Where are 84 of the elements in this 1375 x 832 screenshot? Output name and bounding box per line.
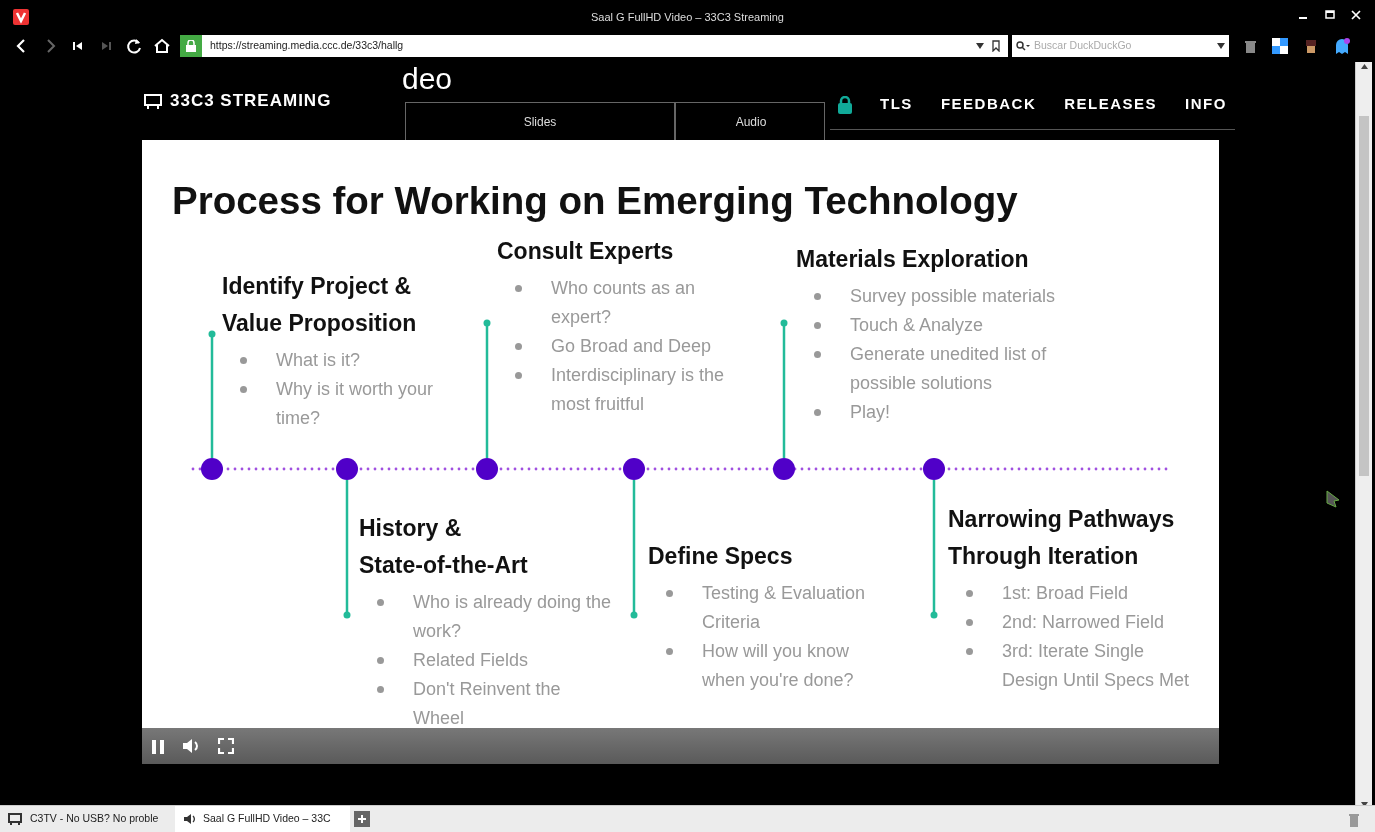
bullet-icon [814, 351, 821, 358]
mouse-cursor-icon [1326, 489, 1340, 508]
scrollbar-thumb[interactable] [1359, 116, 1369, 476]
browser-tab[interactable]: Saal G FullHD Video – 33C [175, 806, 350, 832]
bullet-icon [966, 648, 973, 655]
screen-icon [8, 813, 22, 825]
notification-ghost-icon[interactable] [1334, 38, 1350, 54]
dropdown-caret-icon[interactable] [1217, 43, 1225, 49]
milestone-heading: Materials Exploration [796, 245, 1030, 274]
bullet-text: Generate unedited list of possible solutions [850, 343, 1048, 395]
home-icon [153, 37, 171, 55]
nav-link[interactable]: TLS [880, 93, 913, 116]
bullet-icon [377, 599, 384, 606]
bullet-text: 3rd: Iterate Single Design Until Specs Met [1002, 640, 1191, 692]
vivaldi-logo-icon [13, 9, 29, 26]
extension-character-icon[interactable] [1304, 38, 1318, 54]
timeline-node [201, 458, 223, 480]
bullet-text: Play! [850, 401, 891, 424]
bullet-icon [240, 386, 247, 393]
milestone-heading: Identify Project & Value Proposition [222, 272, 418, 338]
bullet-text: Related Fields [413, 649, 529, 672]
new-tab-button[interactable] [354, 811, 370, 827]
address-bar[interactable]: https://streaming.media.ccc.de/33c3/hallg [180, 35, 1008, 57]
nav-link[interactable]: INFO [1185, 93, 1227, 116]
nav-link[interactable]: FEEDBACK [940, 93, 1037, 116]
bullet-icon [515, 343, 522, 350]
bullet-text: Go Broad and Deep [551, 335, 712, 358]
bullet-text: Survey possible materials [850, 285, 1056, 308]
nav-link[interactable]: RELEASES [1064, 93, 1158, 116]
timeline-node [923, 458, 945, 480]
milestone-heading: Narrowing Pathways Through Iteration [948, 505, 1176, 571]
search-icon [1016, 41, 1030, 51]
bullet-icon [515, 372, 522, 379]
window-title: Saal G FullHD Video – 33C3 Streaming [591, 10, 784, 25]
plus-icon [357, 814, 367, 824]
bullet-text: Touch & Analyze [850, 314, 984, 337]
bullet-text: Don't Reinvent the Wheel [413, 678, 562, 730]
close-icon[interactable] [1351, 10, 1361, 20]
pause-icon[interactable] [150, 738, 166, 755]
bullet-icon [515, 285, 522, 292]
speaker-icon [183, 813, 195, 825]
screen-icon [144, 93, 162, 109]
scroll-up-icon[interactable] [1360, 64, 1368, 70]
bullet-icon [966, 619, 973, 626]
bullet-text: Why is it worth your time? [276, 378, 435, 430]
milestone-heading: Define Specs [648, 542, 794, 571]
trash-icon[interactable] [1245, 39, 1256, 53]
lock-icon [838, 95, 852, 114]
stream-tab[interactable]: Audio [675, 102, 825, 140]
bullet-text: What is it? [276, 349, 361, 372]
bullet-text: Testing & Evaluation Criteria [702, 582, 867, 634]
scrollbar[interactable] [1355, 62, 1372, 806]
bullet-icon [666, 648, 673, 655]
timeline-node [623, 458, 645, 480]
bullet-icon [966, 590, 973, 597]
timeline-node [336, 458, 358, 480]
reload-icon [125, 37, 143, 55]
timeline-node [476, 458, 498, 480]
bullet-text: Who is already doing the work? [413, 591, 613, 643]
dropdown-caret-icon[interactable] [976, 43, 984, 49]
bullet-icon [240, 357, 247, 364]
milestone-heading: Consult Experts [497, 237, 675, 266]
fullscreen-icon[interactable] [218, 738, 234, 754]
timeline-node [773, 458, 795, 480]
bullet-icon [377, 686, 384, 693]
slide-title: Process for Working on Emerging Technology [172, 178, 1018, 224]
extension-squares-icon[interactable] [1272, 38, 1288, 54]
bullet-text: Interdisciplinary is the most fruitful [551, 364, 726, 416]
bullet-text: How will you know when you're done? [702, 640, 855, 692]
bullet-text: 1st: Broad Field [1002, 582, 1129, 605]
bookmark-icon[interactable] [992, 40, 1000, 52]
page-heading: deo [402, 61, 453, 97]
bullet-icon [814, 409, 821, 416]
bullet-text: Who counts as an expert? [551, 277, 697, 329]
bullet-icon [377, 657, 384, 664]
maximize-icon[interactable] [1325, 10, 1335, 20]
lock-icon [186, 40, 196, 52]
bullet-icon [666, 590, 673, 597]
milestone-heading: History & State-of-the-Art [359, 514, 529, 580]
bullet-icon [814, 322, 821, 329]
bullet-text: 2nd: Narrowed Field [1002, 611, 1165, 634]
site-logo-text[interactable]: 33C3 STREAMING [170, 88, 332, 114]
stream-tab[interactable]: Slides [405, 102, 675, 140]
bullet-icon [814, 293, 821, 300]
